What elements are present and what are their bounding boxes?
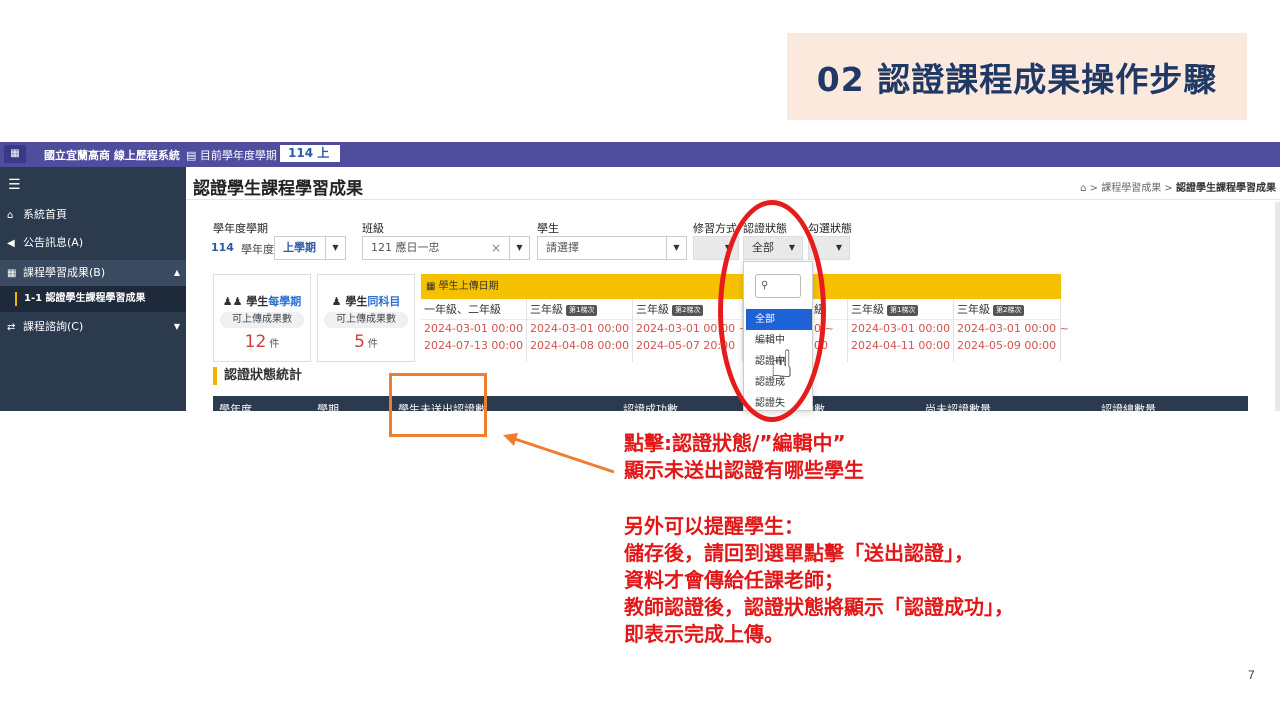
divider (186, 199, 1280, 200)
reminder-line: 教師認證後，認證狀態將顯示「認證成功」， (624, 595, 1014, 619)
card-subtitle: 可上傳成果數 (220, 312, 304, 328)
stats-table-header: 學年度 學期 學生未送出認證數 認證成功數 功數 尚未認證數量 認證總數量 (213, 396, 1248, 411)
pointing-hand-icon: ☝ (770, 342, 794, 386)
reminder-line: 即表示完成上傳。 (624, 622, 784, 646)
people-icon: ♟♟ (222, 295, 243, 308)
card-value: 12 件 (244, 332, 280, 352)
th-total[interactable]: 認證總數量 (1101, 401, 1156, 411)
caret-up-icon: ▲ (173, 268, 180, 277)
exchange-icon: ⇄ (7, 322, 16, 333)
folder-tree-icon: ▦ (7, 268, 17, 279)
th-pending[interactable]: 尚未認證數量 (925, 401, 991, 411)
term-select[interactable]: 上學期 ▼ (274, 236, 346, 260)
term-label: ▤ 目前學年度學期 (186, 149, 277, 162)
building-icon: ▤ (186, 149, 200, 162)
slide-title-box: 02 認證課程成果操作步驟 (787, 33, 1247, 120)
chevron-down-icon: ▼ (666, 237, 686, 259)
reminder-line: 儲存後，請回到選單點擊「送出認證」， (624, 541, 974, 565)
chevron-down-icon: ▼ (509, 237, 529, 259)
th-success[interactable]: 認證成功數 (623, 401, 678, 411)
class-select[interactable]: 121 應日一忠 × ▼ (362, 236, 530, 260)
th-year[interactable]: 學年度 (219, 401, 252, 411)
slide-title: 02 認證課程成果操作步驟 (816, 59, 1218, 99)
upload-col: 一年級、二年級 2024-03-01 00:00 ~ 2024-07-13 00… (421, 299, 536, 362)
breadcrumb-current: 認證學生課程學習成果 (1176, 183, 1276, 194)
page-number: 7 (1248, 668, 1255, 682)
reminder-line: 資料才會傳給任課老師； (624, 568, 844, 592)
breadcrumb: ⌂ > 課程學習成果 > 認證學生課程學習成果 (1080, 183, 1276, 194)
card-value: 5件 (354, 332, 378, 352)
slide: 02 認證課程成果操作步驟 ▦ 國立宜蘭高商 線上歷程系統 ▤ 目前學年度學期 … (0, 0, 1280, 720)
breadcrumb-item[interactable]: 課程學習成果 (1101, 183, 1161, 194)
student-select[interactable]: 請選擇 ▼ (537, 236, 687, 260)
clear-icon[interactable]: × (491, 237, 501, 259)
instruction-line-2: 顯示未送出認證有哪些學生 (624, 458, 864, 482)
person-icon: ♟ (331, 295, 342, 308)
top-bar: ▦ 國立宜蘭高商 線上歷程系統 ▤ 目前學年度學期 114 上 (0, 142, 1280, 167)
year-term-label: 學年度學期 (213, 222, 268, 235)
sidebar-item-course-results[interactable]: ▦ 課程學習成果(B) ▲ (0, 260, 186, 286)
sidebar-subitem-certify[interactable]: 1-1 認證學生課程學習成果 (0, 286, 186, 312)
year-value: 114 (211, 241, 234, 254)
instruction-line-1: 點擊:認證狀態/”編輯中” (624, 431, 846, 455)
sidebar-item-home[interactable]: ⌂ 系統首頁 (0, 202, 186, 228)
term-value: 114 上 (280, 145, 340, 162)
sidebar-item-course-consult[interactable]: ⇄ 課程諮詢(C) ▼ (0, 314, 186, 340)
home-icon[interactable]: ⌂ (1080, 183, 1086, 194)
scrollbar[interactable] (1275, 202, 1280, 411)
hamburger-icon[interactable]: ☰ (8, 177, 21, 193)
student-label: 學生 (537, 222, 559, 235)
study-mode-label: 修習方式 (693, 222, 737, 235)
th-term[interactable]: 學期 (317, 401, 339, 411)
highlight-box (389, 373, 487, 437)
check-status-label: 勾選狀態 (808, 222, 852, 235)
class-label: 班級 (362, 222, 384, 235)
calendar-icon: ▦ (426, 281, 436, 292)
upload-col: 三年級 第2梯次 2024-03-01 00:00 ~ 2024-05-09 00… (954, 299, 1069, 362)
sidebar-item-announcements[interactable]: ◀ 公告訊息(A) (0, 230, 186, 256)
highlight-ellipse (718, 200, 826, 422)
card-subtitle: 可上傳成果數 (324, 312, 408, 328)
page-title: 認證學生課程學習成果 (193, 179, 363, 199)
caret-down-icon: ▼ (173, 322, 180, 331)
reminder-line: 另外可以提醒學生： (624, 514, 804, 538)
card-same-subject: ♟ 學生同科目 可上傳成果數 5件 (317, 274, 415, 362)
section-title: 認證狀態統計 (213, 367, 302, 385)
upload-col: 三年級 第1梯次 2024-03-01 00:00 ~ 2024-04-11 00… (848, 299, 963, 362)
chevron-down-icon: ▼ (829, 237, 849, 259)
upload-col: 三年級 第1梯次 2024-03-01 00:00 ~ 2024-04-08 00… (527, 299, 642, 362)
school-name: 國立宜蘭高商 線上歷程系統 (44, 149, 180, 162)
sidebar: ☰ ⌂ 系統首頁 ◀ 公告訊息(A) ▦ 課程學習成果(B) ▲ 1-1 認證學生課程學… (0, 167, 186, 411)
chevron-down-icon: ▼ (325, 237, 345, 259)
apps-grid-icon[interactable]: ▦ (4, 145, 26, 163)
home-icon: ⌂ (7, 210, 14, 221)
megaphone-icon: ◀ (7, 238, 15, 249)
year-suffix: 學年度 (241, 243, 274, 256)
card-per-term: ♟♟ 學生每學期 可上傳成果數 12 件 (213, 274, 311, 362)
app-screenshot: ▦ 國立宜蘭高商 線上歷程系統 ▤ 目前學年度學期 114 上 ☰ ⌂ 系統首頁 … (0, 142, 1280, 411)
